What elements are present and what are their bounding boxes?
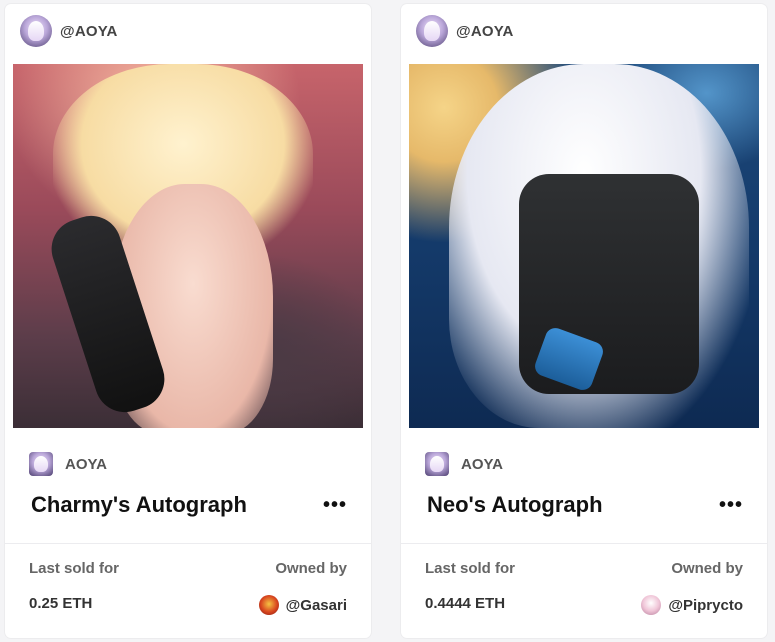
last-sold-value: 0.25 ETH <box>29 595 93 612</box>
last-sold-label: Last sold for <box>425 560 516 577</box>
creator-avatar[interactable] <box>416 15 448 47</box>
artist-name[interactable]: AOYA <box>65 456 107 473</box>
nft-card[interactable]: @AOYA AOYA Neo's Autograph ••• Last sold… <box>401 4 767 638</box>
artwork-image[interactable] <box>13 64 363 428</box>
artist-avatar <box>425 452 449 476</box>
artist-avatar <box>29 452 53 476</box>
owner-handle[interactable]: @Gasari <box>286 597 347 614</box>
artist-row[interactable]: AOYA <box>29 450 353 478</box>
nft-card[interactable]: @AOYA AOYA Charmy's Autograph ••• Last s… <box>5 4 371 638</box>
owner-link[interactable]: @Gasari <box>258 595 347 615</box>
artist-name[interactable]: AOYA <box>461 456 503 473</box>
owner-avatar <box>641 595 662 615</box>
artwork-title[interactable]: Charmy's Autograph <box>29 492 247 518</box>
creator-handle[interactable]: @AOYA <box>60 23 118 40</box>
owner-link[interactable]: @Piprycto <box>641 595 743 615</box>
owned-by-label: Owned by <box>671 560 743 577</box>
creator-handle[interactable]: @AOYA <box>456 23 514 40</box>
divider <box>401 543 767 544</box>
owned-by-label: Owned by <box>275 560 347 577</box>
owner-handle[interactable]: @Piprycto <box>668 597 743 614</box>
creator-header[interactable]: @AOYA <box>20 14 118 48</box>
more-options-icon[interactable]: ••• <box>317 490 353 520</box>
artwork-title[interactable]: Neo's Autograph <box>425 492 603 518</box>
artwork-image[interactable] <box>409 64 759 428</box>
artist-row[interactable]: AOYA <box>425 450 749 478</box>
more-options-icon[interactable]: ••• <box>713 490 749 520</box>
owner-avatar <box>258 595 279 615</box>
last-sold-value: 0.4444 ETH <box>425 595 506 612</box>
last-sold-label: Last sold for <box>29 560 120 577</box>
creator-avatar[interactable] <box>20 15 52 47</box>
divider <box>5 543 371 544</box>
creator-header[interactable]: @AOYA <box>416 14 514 48</box>
